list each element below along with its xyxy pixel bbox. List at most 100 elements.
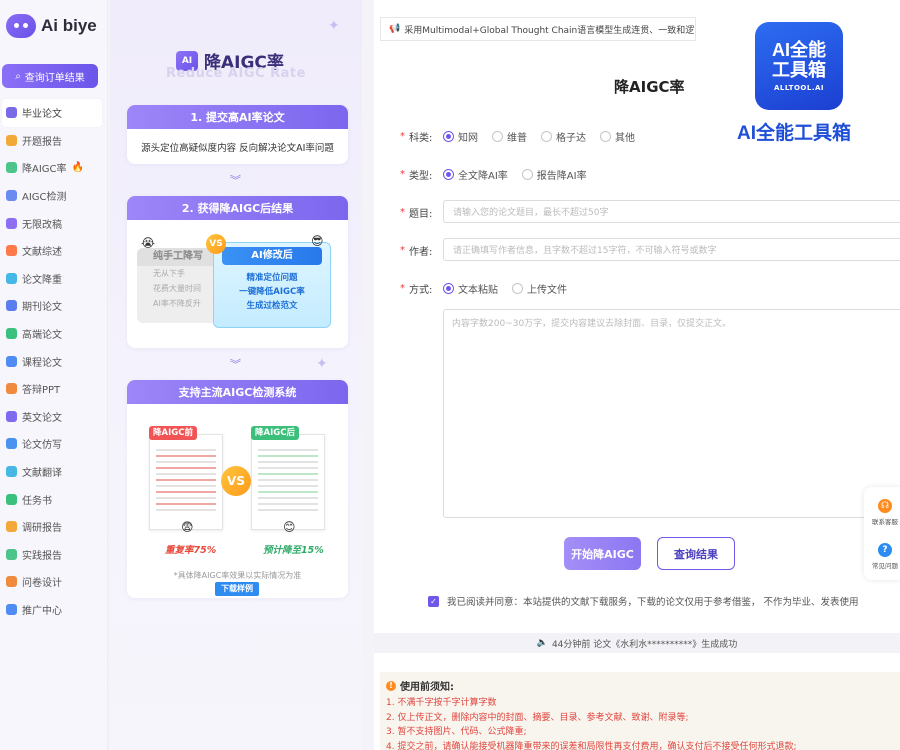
sidebar-item-label: 调研报告 [22, 523, 62, 535]
sidebar-item[interactable]: 开题报告 [0, 127, 108, 155]
subject-radio-group: 知网 维普 格子达 其他 [443, 129, 649, 144]
brand-logo[interactable]: Ai biye [6, 14, 97, 38]
radio-option[interactable]: 知网 [443, 129, 478, 144]
author-row: * 作者: [400, 245, 433, 258]
type-radio-group: 全文降AI率 报告降AI率 [443, 167, 601, 182]
notice-bar: 📢 采用Multimodal+Global Thought Chain语言模型生… [380, 17, 696, 41]
sidebar-item[interactable]: 任务书 [0, 485, 108, 513]
sidebar-item[interactable]: 实践报告 [0, 541, 108, 569]
nav-item-icon [6, 300, 17, 312]
document-before-image [149, 434, 223, 530]
query-order-button[interactable]: ⌕ 查询订单结果 [2, 64, 98, 88]
ai-modified-card: AI修改后 精准定位问题 一键降低AIGC率 生成过检范文 [213, 242, 331, 328]
method-row: * 方式: 文本粘贴 上传文件 [400, 281, 581, 296]
nav-item-icon [6, 162, 17, 174]
nav-item-icon [6, 410, 17, 422]
radio-circle [521, 169, 533, 180]
sidebar-item[interactable]: 文献综述 [0, 237, 108, 265]
radio-option[interactable]: 报告降AI率 [521, 167, 587, 182]
promo-panel: ✦ AI 降AIGC率 Reduce AIGC Rate 1. 提交高AI率论文… [110, 0, 362, 750]
radio-option[interactable]: 格子达 [541, 129, 586, 144]
author-input[interactable]: 请正确填写作者信息，且字数不超过15字符，不可输入符号或数字 [443, 238, 900, 261]
sidebar-item[interactable]: 高端论文 [0, 320, 108, 348]
sidebar-item[interactable]: 问卷设计 [0, 568, 108, 596]
effect-note: *具体降AIGC率效果以实际情况为准 [173, 571, 302, 580]
sidebar-item[interactable]: 毕业论文 [2, 99, 102, 127]
sidebar-item[interactable]: 调研报告 [0, 513, 108, 541]
query-result-button[interactable]: 查询结果 [657, 537, 735, 570]
vs-badge: VS [221, 466, 251, 496]
method-radio-group: 文本粘贴 上传文件 [443, 281, 581, 296]
sidebar-item-label: 英文论文 [22, 412, 62, 424]
sidebar-item[interactable]: 英文论文 [0, 403, 108, 431]
worried-face-icon: 😨 [181, 520, 194, 534]
start-reduce-button[interactable]: 开始降AIGC [564, 537, 641, 570]
sidebar-item[interactable]: 答辩PPT [0, 375, 108, 403]
nav-item-icon [6, 245, 17, 257]
sidebar-item[interactable]: 无限改稿 [0, 209, 108, 237]
nav-item-icon [6, 355, 17, 367]
nav-item-icon [6, 107, 17, 119]
topic-input[interactable]: 请输入您的论文题目，最长不超过50字 [443, 200, 900, 223]
download-sample-button[interactable]: 下载样例 [215, 582, 259, 596]
sidebar-item-label: 降AIGC率 [22, 164, 67, 176]
step-card-submit: 1. 提交高AI率论文 源头定位高疑似度内容 反向解决论文AI率问题 [127, 105, 348, 164]
radio-option[interactable]: 其他 [600, 129, 635, 144]
nav-item-icon [6, 383, 17, 395]
sidebar-item-label: 推广中心 [22, 605, 62, 617]
radio-circle [443, 131, 454, 142]
robot-logo-icon [6, 14, 36, 38]
sidebar-item[interactable]: 降AIGC率 🔥 [0, 154, 108, 182]
agreement-checkbox[interactable]: ✓ [428, 595, 439, 607]
sidebar-item[interactable]: 论文降重 [0, 265, 108, 293]
headset-icon: ☊ [878, 499, 892, 513]
document-after-image [251, 434, 325, 530]
nav-item-icon [6, 466, 17, 478]
sidebar-item[interactable]: AIGC检测 [0, 182, 108, 210]
sparkle-icon: ✦ [316, 356, 328, 372]
sidebar-item[interactable]: 期刊论文 [0, 292, 108, 320]
sidebar-item[interactable]: 文献翻译 [0, 458, 108, 486]
faq-button[interactable]: ? 常见问题 [870, 543, 900, 570]
nav-item-icon [6, 328, 17, 340]
after-tag: 降AIGC后 [251, 426, 299, 440]
radio-option[interactable]: 全文降AI率 [443, 167, 508, 182]
alltool-watermark-caption: AI全能工具箱 [737, 123, 852, 144]
radio-option[interactable]: 维普 [492, 129, 527, 144]
sidebar-item[interactable]: 课程论文 [0, 347, 108, 375]
sidebar-item-label: 任务书 [22, 495, 52, 507]
radio-option[interactable]: 文本粘贴 [443, 281, 498, 296]
question-icon: ? [878, 543, 892, 557]
customer-service-button[interactable]: ☊ 联系客服 [870, 499, 900, 526]
nav-item-icon [6, 190, 17, 202]
sidebar-item-label: 开题报告 [22, 136, 62, 148]
content-textarea[interactable]: 内容字数200~30万字，提交内容建议去除封面、目录，仅提交正文。 [443, 309, 900, 518]
alltool-watermark-logo: AI全能 工具箱 ALLTOOL.AI [755, 22, 843, 110]
sidebar-item-label: 期刊论文 [22, 302, 62, 314]
info-icon: ! [386, 680, 396, 691]
sidebar-item[interactable]: 推广中心 [0, 596, 108, 624]
radio-circle [541, 131, 552, 142]
step-card-result: 2. 获得降AIGC后结果 😭 纯手工降写 无从下手 花费大量时间 AI率不降反… [127, 196, 348, 348]
nav-item-icon [6, 521, 17, 533]
sidebar-item-label: 毕业论文 [22, 109, 62, 121]
radio-circle [600, 131, 611, 142]
radio-circle [492, 131, 503, 142]
megaphone-icon: 📢 [389, 24, 401, 34]
usage-tips: ! 使用前须知: 1. 不满千字按千字计算字数 2. 仅上传正文，删除内容中的封面… [380, 672, 900, 750]
floating-help-bar: ☊ 联系客服 ? 常见问题 [864, 487, 900, 580]
vs-badge: VS [206, 234, 226, 254]
main-panel: 📢 采用Multimodal+Global Thought Chain语言模型生… [374, 0, 900, 750]
before-stat: 重复率75% [165, 545, 217, 556]
nav-item-icon [6, 134, 17, 146]
nav-item-icon [6, 217, 17, 229]
sparkle-icon: ✦ [328, 18, 340, 34]
sidebar-nav: 毕业论文开题报告降AIGC率 🔥 AIGC检测 无限改稿 文献综述 论文降重期刊论文高端论… [0, 99, 108, 623]
radio-option[interactable]: 上传文件 [512, 281, 567, 296]
sidebar-item[interactable]: 论文仿写 [0, 430, 108, 458]
sidebar-item-label: 高端论文 [22, 330, 62, 342]
sidebar-item-label: 实践报告 [22, 550, 62, 562]
type-row: * 类型: 全文降AI率 报告降AI率 [400, 167, 601, 182]
fire-icon: 🔥 [71, 162, 84, 174]
radio-circle [512, 283, 523, 294]
